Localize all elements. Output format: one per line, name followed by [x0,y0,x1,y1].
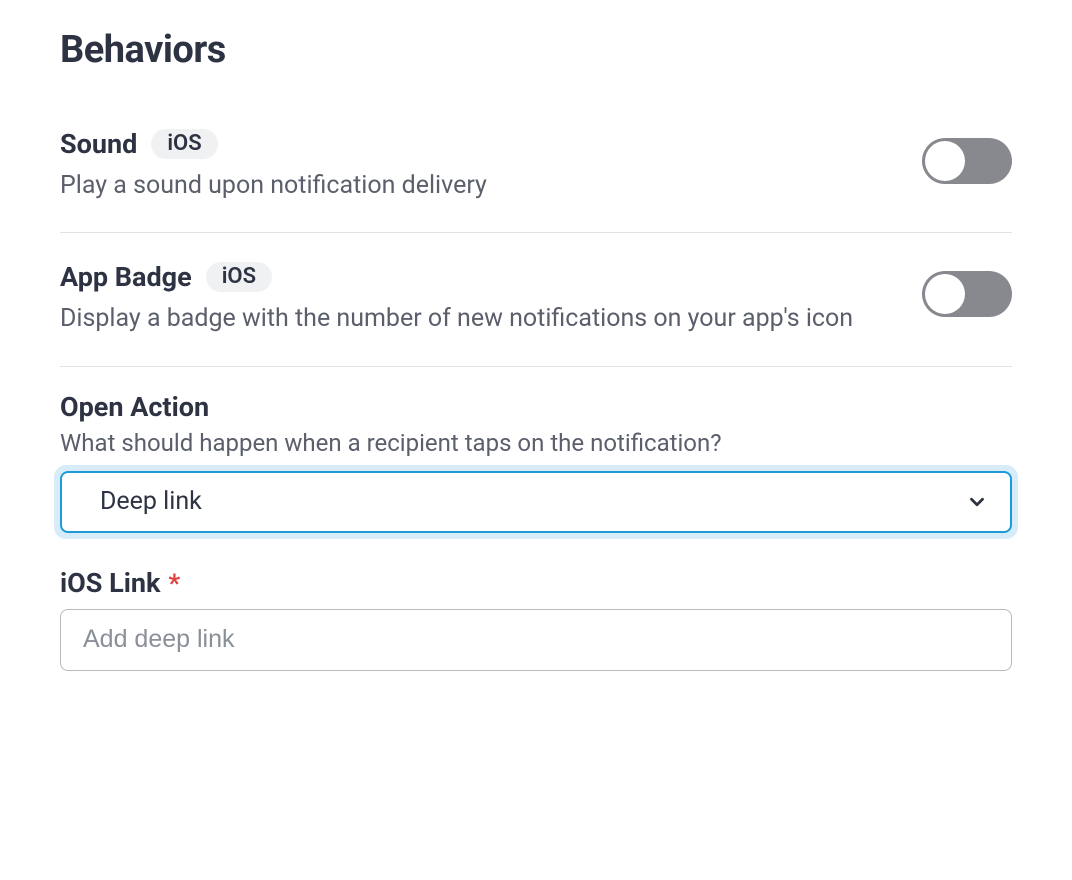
row-app-badge: App Badge iOS Display a badge with the n… [60,233,1012,365]
app-badge-title: App Badge [60,261,192,293]
row-sound: Sound iOS Play a sound upon notification… [60,128,1012,232]
ios-link-input[interactable] [60,609,1012,671]
app-badge-toggle[interactable] [922,271,1012,317]
ios-link-label: iOS Link [60,567,160,599]
app-badge-description: Display a badge with the number of new n… [60,301,902,337]
open-action-description: What should happen when a recipient taps… [60,429,1012,457]
section-title: Behaviors [60,28,1012,72]
chevron-down-icon [966,491,988,513]
open-action-select[interactable]: Deep link [60,471,1012,533]
required-marker: * [168,569,180,599]
block-open-action: Open Action What should happen when a re… [60,367,1012,671]
sound-description: Play a sound upon notification delivery [60,168,902,204]
open-action-title: Open Action [60,391,1012,423]
sound-toggle[interactable] [922,138,1012,184]
sound-platform-badge: iOS [151,129,217,159]
toggle-knob [925,274,965,314]
app-badge-platform-badge: iOS [206,262,272,292]
toggle-knob [925,141,965,181]
open-action-select-wrap: Deep link [60,471,1012,533]
open-action-selected-value: Deep link [100,487,202,516]
sound-title: Sound [60,128,137,160]
